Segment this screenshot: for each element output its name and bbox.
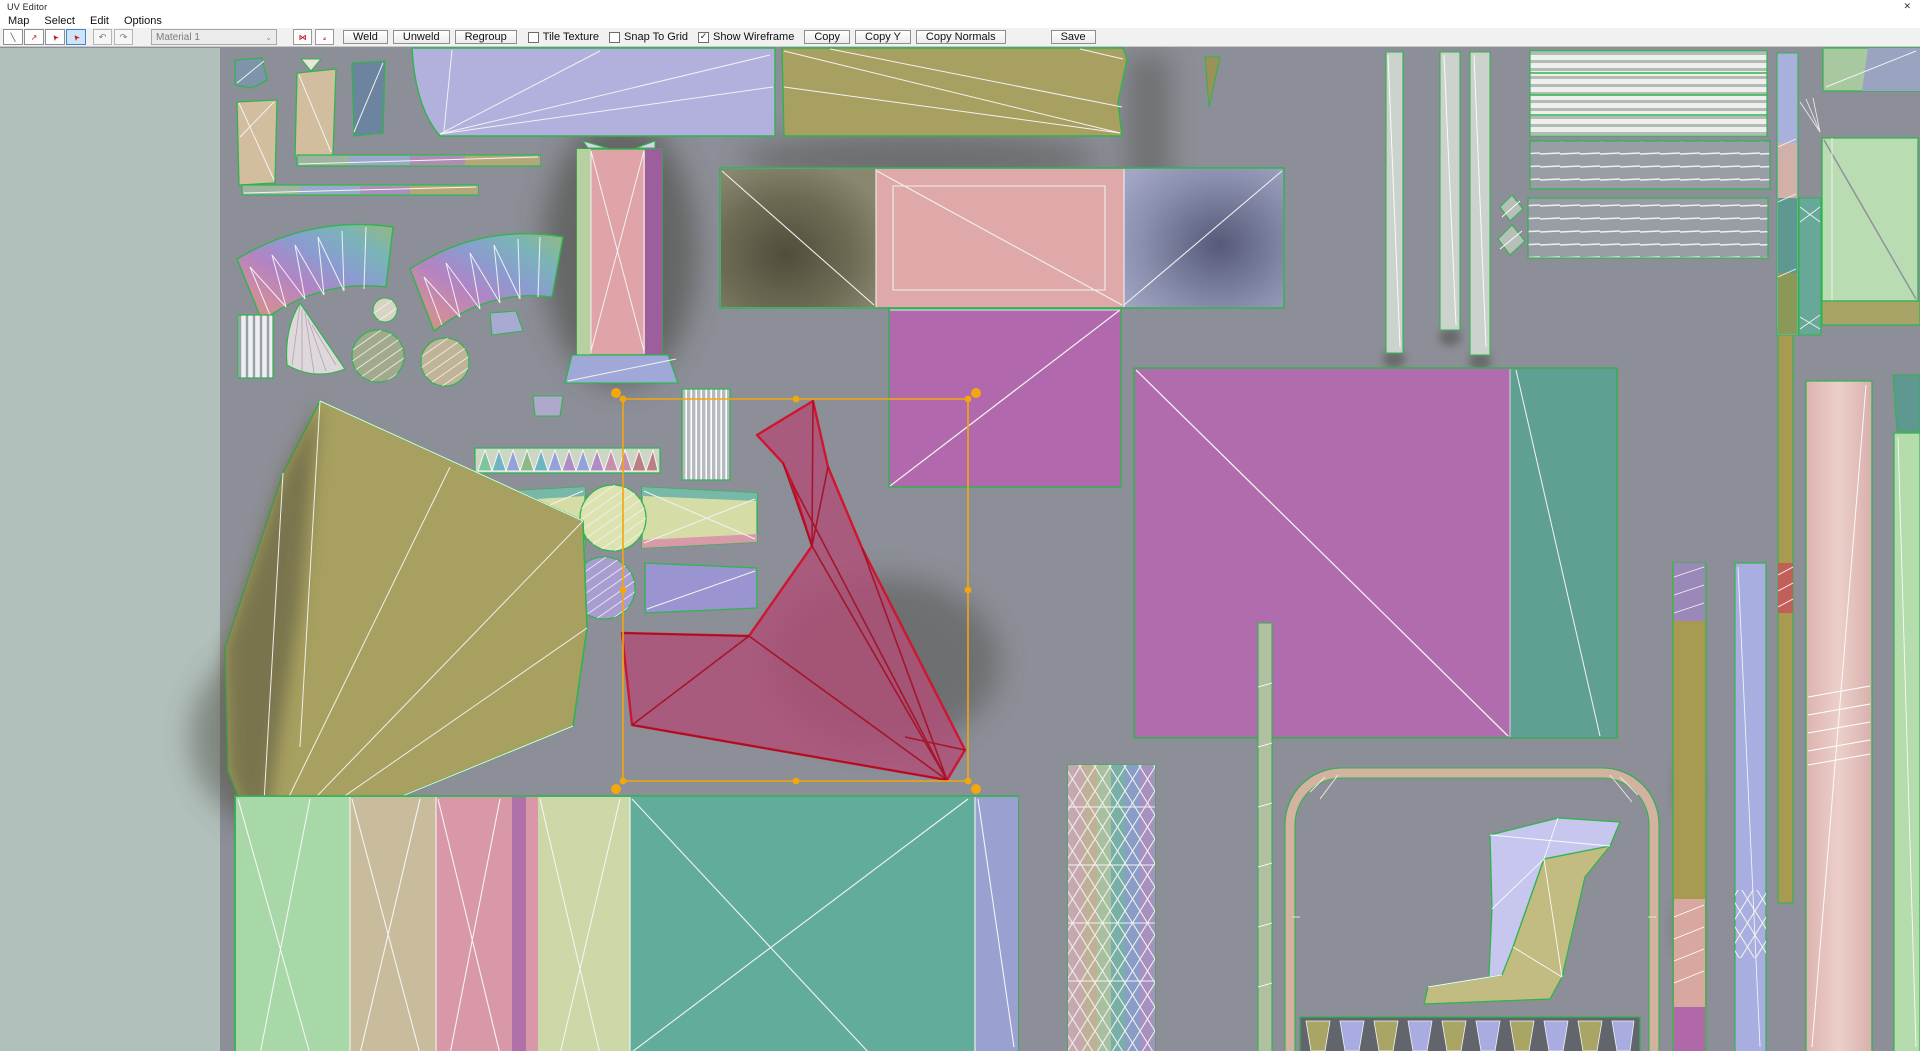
uv-island-thin-strip-2[interactable] (241, 184, 479, 196)
redo-icon: ↷ (119, 31, 128, 42)
weld-button[interactable]: Weld (343, 30, 388, 44)
checkbox-icon: ✓ (698, 31, 710, 43)
uv-island-circle-olive[interactable] (351, 329, 405, 383)
menu-map[interactable]: Map (8, 15, 29, 27)
uv-island-striped-block[interactable] (681, 388, 731, 481)
show-wireframe-checkbox[interactable]: ✓ Show Wireframe (698, 31, 794, 43)
uv-island-pink-strip[interactable] (1805, 380, 1873, 1051)
mirror-horizontal-button[interactable]: ⋈ (293, 29, 312, 45)
uv-island-stripe-stack[interactable] (1527, 50, 1771, 259)
uv-island-olive-strip[interactable] (1672, 562, 1707, 1051)
uv-island-bottom-block[interactable] (234, 795, 1019, 1051)
material-value: Material 1 (156, 31, 200, 43)
uv-island-circle-tan[interactable] (420, 337, 470, 387)
window-title: UV Editor (7, 1, 48, 12)
uv-canvas-svg[interactable] (0, 47, 1920, 1051)
uv-island-wide-panel[interactable] (719, 167, 1285, 309)
select-arrow-icon: ➤ (49, 31, 61, 43)
undo-icon: ↶ (98, 31, 107, 42)
uv-island-orchid-square[interactable] (1133, 367, 1618, 739)
uv-island-striped-square[interactable] (237, 314, 274, 379)
show-wireframe-label: Show Wireframe (713, 31, 795, 43)
unweld-button[interactable]: Unweld (392, 30, 450, 44)
close-icon[interactable]: ✕ (1903, 1, 1911, 12)
menu-edit[interactable]: Edit (90, 15, 109, 27)
line-tool-icon: ╲ (10, 32, 16, 42)
toolbar: ╲ ↗ ➤ ➤ ↶ ↷ Material 1 ⌄ ⋈ ₂ Weld Unweld… (0, 28, 1920, 47)
mirror-vertical-icon: ₂ (322, 32, 327, 42)
select-arrow-tool-button[interactable]: ➤ (45, 29, 65, 45)
snap-to-grid-label: Snap To Grid (624, 31, 689, 43)
uv-island-steel-rect[interactable] (351, 60, 386, 137)
mirror-horizontal-icon: ⋈ (298, 32, 307, 42)
uv-island-olive-band[interactable] (1821, 300, 1920, 326)
uv-island-olive-slab[interactable] (781, 47, 1128, 137)
snap-to-grid-checkbox[interactable]: ✓ Snap To Grid (609, 31, 688, 43)
material-dropdown[interactable]: Material 1 ⌄ (151, 29, 277, 45)
copy-button[interactable]: Copy (804, 30, 851, 44)
save-button[interactable]: Save (1050, 30, 1096, 44)
uv-island-tan-rect-1[interactable] (236, 99, 278, 186)
regroup-button[interactable]: Regroup (454, 30, 517, 44)
menu-options[interactable]: Options (124, 15, 162, 27)
uv-island-small-quad-2[interactable] (532, 395, 564, 417)
checkbox-icon: ✓ (527, 31, 539, 43)
uv-canvas[interactable] (0, 47, 1920, 1051)
uv-island-tall-pink-rect[interactable] (564, 140, 679, 384)
uv-island-thin-strip-1[interactable] (296, 154, 541, 167)
uv-island-trapezoid-br[interactable] (644, 562, 758, 614)
uv-island-olive-thin-strip[interactable] (1777, 334, 1794, 904)
chevron-down-icon: ⌄ (265, 32, 272, 42)
uv-island-green-edge-strip[interactable] (1893, 432, 1920, 1051)
uv-island-lavender-strip[interactable] (1734, 562, 1767, 1051)
vertex-move-tool-button[interactable]: ↗ (24, 29, 44, 45)
uv-island-hatched-circle-top[interactable] (579, 484, 647, 552)
uv-island-teal-wedge[interactable] (1892, 374, 1920, 432)
workspace-side-panel (0, 48, 220, 1051)
select-arrow-active-icon: ➤ (70, 31, 82, 43)
menu-bar: Map Select Edit Options (0, 13, 1920, 28)
uv-island-thin-vertical-strip[interactable] (1257, 622, 1273, 1051)
undo-button[interactable]: ↶ (93, 29, 112, 45)
menu-select[interactable]: Select (44, 15, 75, 27)
uv-island-magenta-rect[interactable] (888, 308, 1122, 488)
select-arrow-tool-button-active[interactable]: ➤ (66, 29, 86, 45)
mirror-vertical-button[interactable]: ₂ (315, 29, 334, 45)
title-bar: UV Editor ✕ (0, 0, 1920, 13)
vertex-move-icon: ↗ (30, 32, 38, 42)
uv-island-zigzag-strip[interactable] (474, 447, 661, 474)
uv-island-teeth-band[interactable] (1299, 1016, 1641, 1051)
uv-island-tan-rect-2[interactable] (294, 58, 337, 159)
redo-button[interactable]: ↷ (114, 29, 133, 45)
tile-texture-label: Tile Texture (542, 31, 600, 43)
uv-island-lavender-panel[interactable] (411, 47, 776, 137)
tile-texture-checkbox[interactable]: ✓ Tile Texture (527, 31, 600, 43)
uv-island-frame-band[interactable] (1822, 47, 1920, 92)
uv-island-circle-small[interactable] (372, 297, 398, 323)
line-tool-button[interactable]: ╲ (3, 29, 23, 45)
uv-island-trapezoid-tr[interactable] (641, 486, 758, 549)
uv-island-rainbow-column[interactable] (1067, 764, 1156, 1051)
copy-normals-button[interactable]: Copy Normals (915, 30, 1006, 44)
uv-island-pale-green-square[interactable] (1821, 137, 1919, 302)
copy-y-button[interactable]: Copy Y (855, 30, 911, 44)
checkbox-icon: ✓ (609, 31, 621, 43)
